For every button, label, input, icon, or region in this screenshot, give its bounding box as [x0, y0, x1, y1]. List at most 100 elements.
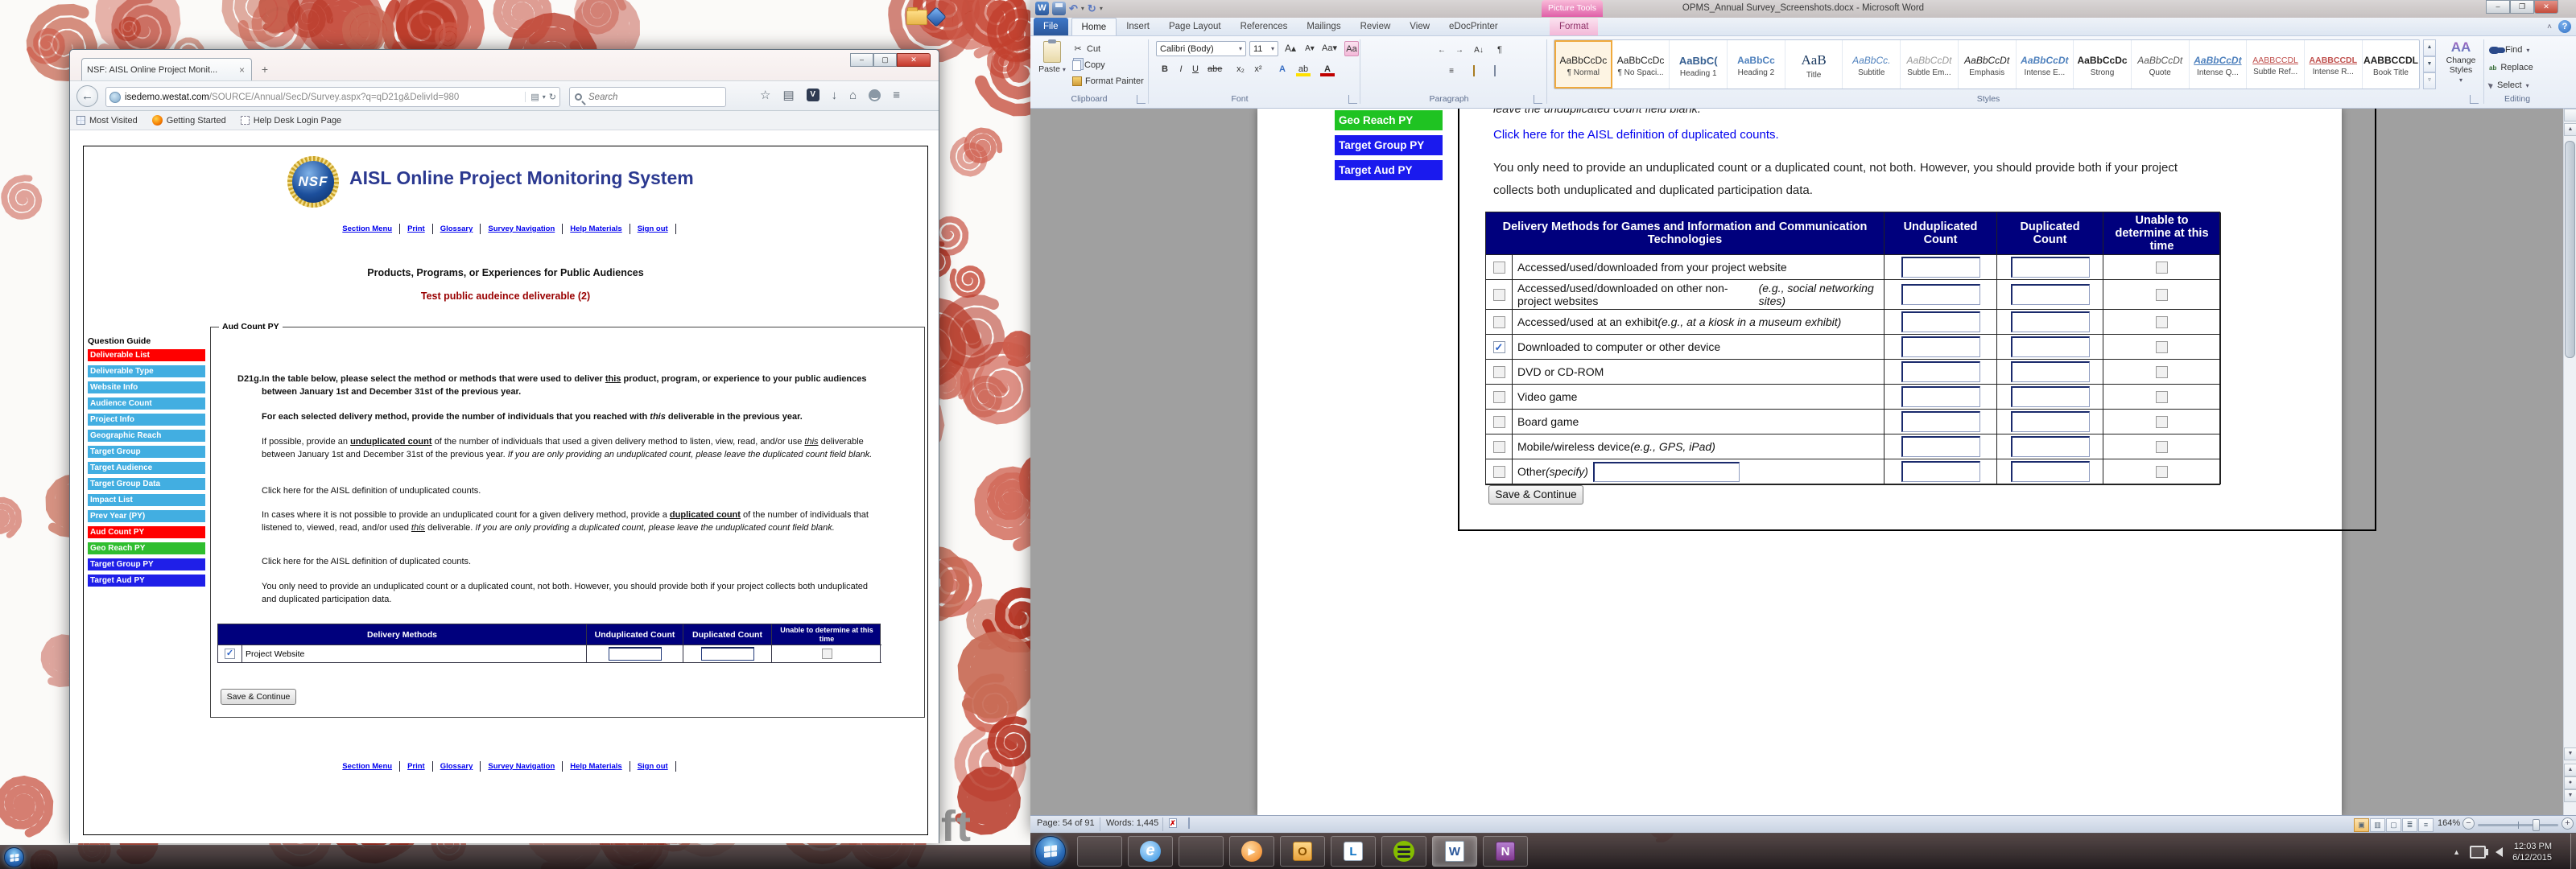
- checkbox-unchecked[interactable]: [1493, 262, 1505, 274]
- text-effects-button[interactable]: A: [1275, 62, 1290, 77]
- close-button[interactable]: ✕: [897, 53, 931, 67]
- checkbox-unchecked[interactable]: [1493, 366, 1505, 378]
- web-layout-view-button[interactable]: ▢: [2386, 818, 2401, 832]
- tray-clock[interactable]: 12:03 PM 6/12/2015: [2512, 841, 2552, 863]
- tab-page-layout[interactable]: Page Layout: [1159, 18, 1231, 35]
- new-tab-button[interactable]: +: [257, 61, 273, 77]
- taskbar-outlook-button[interactable]: O: [1280, 836, 1325, 867]
- checkbox-unchecked[interactable]: [1493, 416, 1505, 428]
- network-icon[interactable]: [2470, 846, 2486, 859]
- print-layout-view-button[interactable]: ▣: [2354, 818, 2369, 832]
- style-intense-e-[interactable]: AaBbCcDtIntense E...: [2017, 40, 2074, 89]
- paste-button[interactable]: Paste ▾: [1037, 41, 1067, 74]
- collapse-ribbon-icon[interactable]: ˄: [2547, 23, 2552, 31]
- justify-button[interactable]: [1422, 64, 1436, 79]
- tab-home[interactable]: Home: [1071, 18, 1117, 35]
- zoom-level[interactable]: 164%: [2438, 818, 2460, 828]
- sidebar-item-geographic-reach[interactable]: Geographic Reach: [88, 430, 205, 442]
- sidebar-item-prev-year-py-[interactable]: Prev Year (PY): [88, 510, 205, 522]
- replace-button[interactable]: ab Replace: [2489, 60, 2533, 75]
- multilevel-list-button[interactable]: [1409, 43, 1423, 58]
- paragraph-dialog-launcher[interactable]: [1534, 95, 1542, 104]
- repeat-icon[interactable]: ↻: [1088, 2, 1096, 15]
- style-subtitle[interactable]: AaBbCc.Subtitle: [1843, 40, 1901, 89]
- restore-button[interactable]: ❐: [2510, 0, 2534, 14]
- duplicated-count-input[interactable]: [2011, 284, 2090, 305]
- numbering-button[interactable]: [1388, 43, 1402, 58]
- select-button[interactable]: Select ▾: [2489, 78, 2529, 93]
- duplicated-definition-link[interactable]: Click here for the AISL definition of du…: [262, 556, 883, 569]
- duplicated-count-input[interactable]: [2011, 311, 2090, 332]
- checkbox-checked[interactable]: ✓: [1493, 341, 1505, 353]
- taskbar-ie-button[interactable]: e: [1128, 836, 1173, 867]
- browser-tab[interactable]: NSF: AISL Online Project Monit... ×: [81, 58, 252, 80]
- hello-chat-icon[interactable]: [869, 89, 881, 101]
- nav-link-print[interactable]: Print: [400, 761, 433, 772]
- style-book-title[interactable]: AABBCCDLBook Title: [2363, 40, 2420, 89]
- close-button[interactable]: ✕: [2534, 0, 2558, 14]
- font-size-combo[interactable]: 11 ▾: [1249, 41, 1278, 56]
- underline-button[interactable]: U: [1188, 62, 1203, 77]
- nav-link-survey-navigation[interactable]: Survey Navigation: [481, 224, 563, 234]
- style-title[interactable]: AaBTitle: [1785, 40, 1843, 89]
- borders-button[interactable]: [1488, 64, 1502, 79]
- sidebar-item-target-aud-py[interactable]: Target Aud PY: [88, 575, 205, 587]
- align-right-button[interactable]: [1404, 64, 1418, 79]
- style-heading-2[interactable]: AaBbCcHeading 2: [1728, 40, 1785, 89]
- style--no-spaci-[interactable]: AaBbCcDc¶ No Spaci...: [1612, 40, 1670, 89]
- taskbar-wmp-button[interactable]: ▶: [1229, 836, 1274, 867]
- checkbox-unchecked[interactable]: [2156, 262, 2168, 274]
- sidebar-item-geo-reach-py[interactable]: Geo Reach PY: [88, 542, 205, 554]
- sidebar-item-target-group-data[interactable]: Target Group Data: [88, 478, 205, 490]
- tab-edocprinter[interactable]: eDocPrinter: [1439, 18, 1508, 35]
- style-strong[interactable]: AaBbCcDcStrong: [2074, 40, 2132, 89]
- unduplicated-count-input[interactable]: [1901, 257, 1980, 278]
- shading-button[interactable]: [1467, 64, 1481, 79]
- unduplicated-count-input[interactable]: [1901, 361, 1980, 382]
- tab-insert[interactable]: Insert: [1117, 18, 1159, 35]
- speaker-icon[interactable]: [2496, 847, 2503, 857]
- scroll-up-icon[interactable]: ▲: [2564, 123, 2576, 136]
- previous-page-icon[interactable]: ▲: [2564, 764, 2576, 776]
- superscript-button[interactable]: x²: [1251, 62, 1265, 77]
- unduplicated-count-input[interactable]: [609, 647, 662, 661]
- checkbox-unchecked[interactable]: [2156, 466, 2168, 478]
- bookmark-getting-started[interactable]: Getting Started: [152, 115, 226, 126]
- url-bar[interactable]: isedemo.westat.com /SOURCE/Annual/SecD/S…: [105, 87, 560, 107]
- word-app-icon[interactable]: W: [1035, 2, 1049, 15]
- checkbox-unchecked[interactable]: [2156, 289, 2168, 301]
- duplicated-count-input[interactable]: [2011, 361, 2090, 382]
- duplicated-count-input[interactable]: [701, 647, 754, 661]
- undo-icon[interactable]: ↶: [1069, 2, 1078, 15]
- tab-references[interactable]: References: [1231, 18, 1298, 35]
- font-dialog-launcher[interactable]: [1348, 95, 1357, 104]
- font-color-button[interactable]: A: [1320, 62, 1335, 77]
- grow-font-button[interactable]: A▴: [1283, 41, 1298, 56]
- bookmark-help-desk-login-page[interactable]: Help Desk Login Page: [241, 116, 341, 126]
- search-input[interactable]: [587, 92, 700, 103]
- bookmark-most-visited[interactable]: Most Visited: [76, 116, 138, 126]
- nav-link-sign-out[interactable]: Sign out: [630, 761, 676, 772]
- tab-view[interactable]: View: [1400, 18, 1439, 35]
- checkbox-unchecked[interactable]: [2156, 391, 2168, 403]
- qat-customize-icon[interactable]: ▾: [1100, 5, 1103, 12]
- gallery-down-icon[interactable]: ▼: [2423, 56, 2436, 73]
- style-quote[interactable]: AaBbCcDtQuote: [2132, 40, 2190, 89]
- sidebar-item-target-group-py[interactable]: Target Group PY: [88, 558, 205, 570]
- draft-view-button[interactable]: ≡: [2418, 818, 2434, 832]
- style-emphasis[interactable]: AaBbCcDtEmphasis: [1959, 40, 2017, 89]
- nav-link-section-menu[interactable]: Section Menu: [335, 761, 400, 772]
- desktop-icon-shortcut[interactable]: [929, 10, 943, 24]
- zoom-slider-thumb[interactable]: [2533, 819, 2540, 831]
- show-paragraph-marks-button[interactable]: ¶: [1492, 43, 1507, 58]
- sidebar-item-deliverable-list[interactable]: Deliverable List: [88, 349, 205, 361]
- checkbox-unchecked[interactable]: [2156, 366, 2168, 378]
- outline-view-button[interactable]: ≣: [2402, 818, 2417, 832]
- taskbar-lync-button[interactable]: L: [1331, 836, 1376, 867]
- duplicated-count-input[interactable]: [2011, 411, 2090, 432]
- sidebar-item-aud-count-py[interactable]: Aud Count PY: [88, 526, 205, 538]
- checkbox-unchecked[interactable]: [2156, 441, 2168, 453]
- page-action-icon[interactable]: ▤: [530, 92, 539, 102]
- gallery-up-icon[interactable]: ▲: [2423, 39, 2436, 56]
- bookmark-star-icon[interactable]: ☆: [760, 88, 770, 102]
